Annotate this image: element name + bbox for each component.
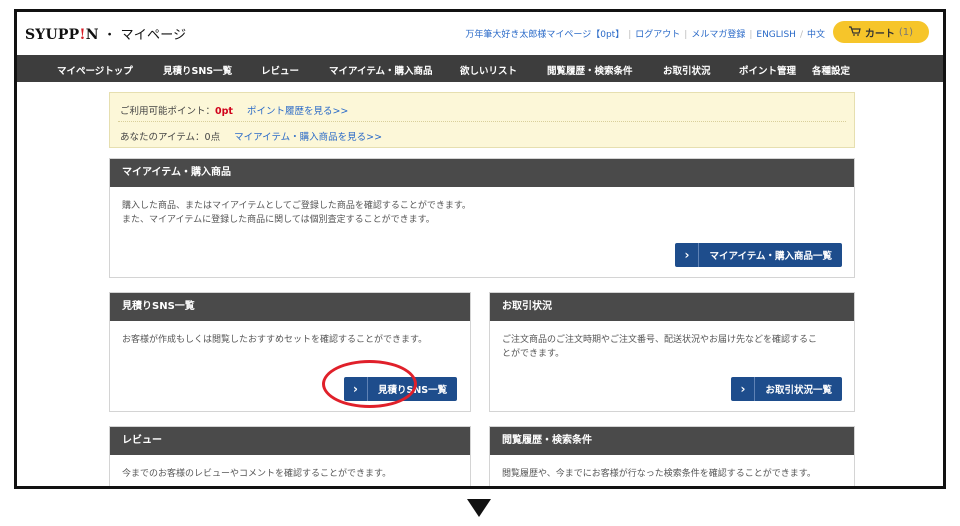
deals-list-button[interactable]: › お取引状況一覧 xyxy=(731,377,842,401)
panel-review: レビュー 今までのお客様のレビューやコメントを確認することができます。 xyxy=(109,426,471,486)
nav-item-myitems[interactable]: マイアイテム・購入商品 xyxy=(329,63,433,77)
cart-count: (1) xyxy=(898,26,914,38)
myitems-list-button[interactable]: › マイアイテム・購入商品一覧 xyxy=(675,243,842,267)
highlight-circle xyxy=(322,360,417,408)
panel-text: 今までのお客様のレビューやコメントを確認することができます。 xyxy=(122,469,392,479)
items-link[interactable]: マイアイテム・購入商品を見る>> xyxy=(234,132,382,143)
panel-text: とができます。 xyxy=(502,349,565,359)
cart-label: カート xyxy=(864,28,895,40)
panel-history: 閲覧履歴・検索条件 閲覧履歴や、今までにお客様が行なった検索条件を確認することが… xyxy=(489,426,855,486)
nav-item-sns[interactable]: 見積りSNS一覧 xyxy=(163,63,232,77)
logo-text: SYUPP xyxy=(25,27,80,43)
logo-separator: ・ xyxy=(98,28,121,43)
button-label: お取引状況一覧 xyxy=(765,385,832,396)
panel-body: 今までのお客様のレビューやコメントを確認することができます。 xyxy=(110,455,470,481)
panel-title: 見積りSNS一覧 xyxy=(110,293,470,321)
points-row: ご利用可能ポイント：0pt ポイント履歴を見る>> xyxy=(120,103,348,117)
nav-item-points[interactable]: ポイント管理 xyxy=(739,63,796,77)
divider: | xyxy=(684,30,688,40)
panel-body: 閲覧履歴や、今までにお客様が行なった検索条件を確認することができます。 xyxy=(490,455,854,481)
panel-body: 購入した商品、またはマイアイテムとしてご登録した商品を確認することができます。 … xyxy=(110,187,854,227)
newsletter-link[interactable]: メルマガ登録 xyxy=(691,30,745,40)
divider: / xyxy=(799,30,803,40)
points-notice: ご利用可能ポイント：0pt ポイント履歴を見る>> あなたのアイテム：0点 マイアイ… xyxy=(109,92,855,148)
chinese-link[interactable]: 中文 xyxy=(807,30,825,40)
panel-text: ご注文商品のご注文時期やご注文番号、配送状況やお届け先などを確認するこ xyxy=(502,335,818,345)
site-logo[interactable]: SYUPP!N ・ マイページ xyxy=(25,24,186,43)
panel-text: 閲覧履歴や、今までにお客様が行なった検索条件を確認することができます。 xyxy=(502,469,816,479)
panel-title: お取引状況 xyxy=(490,293,854,321)
panel-text: また、マイアイテムに登録した商品に関しては個別査定することができます。 xyxy=(122,215,435,225)
panel-text: お客様が作成もしくは閲覧したおすすめセットを確認することができます。 xyxy=(122,335,428,345)
panel-deals: お取引状況 ご注文商品のご注文時期やご注文番号、配送状況やお届け先などを確認する… xyxy=(489,292,855,412)
panel-myitems: マイアイテム・購入商品 購入した商品、またはマイアイテムとしてご登録した商品を確… xyxy=(109,158,855,278)
chevron-right-icon: › xyxy=(675,243,700,267)
panel-title: 閲覧履歴・検索条件 xyxy=(490,427,854,455)
points-label: ご利用可能ポイント： xyxy=(120,106,216,117)
panel-text: 購入した商品、またはマイアイテムとしてご登録した商品を確認することができます。 xyxy=(122,201,471,211)
nav-item-settings[interactable]: 各種設定 xyxy=(812,63,850,77)
nav-item-history[interactable]: 閲覧履歴・検索条件 xyxy=(547,63,633,77)
header-links: 万年筆大好き太郎様マイページ【0pt】 | ログアウト | メルマガ登録 | ENGLISH… xyxy=(465,27,825,40)
panel-title: マイアイテム・購入商品 xyxy=(110,159,854,187)
down-arrow-icon xyxy=(467,499,491,517)
button-label: マイアイテム・購入商品一覧 xyxy=(709,251,832,262)
items-row: あなたのアイテム：0点 マイアイテム・購入商品を見る>> xyxy=(120,129,382,143)
english-link[interactable]: ENGLISH xyxy=(756,30,796,40)
logo-text-end: N xyxy=(85,27,99,43)
items-label: あなたのアイテム：0点 xyxy=(120,132,221,143)
nav-item-wishlist[interactable]: 欲しいリスト xyxy=(460,63,517,77)
points-history-link[interactable]: ポイント履歴を見る>> xyxy=(247,106,348,117)
nav-item-mypage-top[interactable]: マイページトップ xyxy=(57,63,133,77)
nav-item-deals[interactable]: お取引状況 xyxy=(663,63,711,77)
user-mypage-link[interactable]: 万年筆大好き太郎様マイページ【0pt】 xyxy=(465,30,624,40)
logo-page-title: マイページ xyxy=(120,28,187,43)
panel-sns: 見積りSNS一覧 お客様が作成もしくは閲覧したおすすめセットを確認することができ… xyxy=(109,292,471,412)
top-bar: SYUPP!N ・ マイページ 万年筆大好き太郎様マイページ【0pt】 | ログアウ… xyxy=(17,12,943,52)
divider: | xyxy=(628,30,632,40)
cart-icon xyxy=(848,25,861,39)
main-nav: マイページトップ 見積りSNS一覧 レビュー マイアイテム・購入商品 欲しいリス… xyxy=(17,55,943,82)
divider: | xyxy=(749,30,753,40)
panel-title: レビュー xyxy=(110,427,470,455)
chevron-right-icon: › xyxy=(731,377,756,401)
nav-item-review[interactable]: レビュー xyxy=(261,63,299,77)
points-value: 0pt xyxy=(215,106,233,117)
panel-body: お客様が作成もしくは閲覧したおすすめセットを確認することができます。 xyxy=(110,321,470,347)
logout-link[interactable]: ログアウト xyxy=(635,30,680,40)
cart-button[interactable]: カート (1) xyxy=(833,21,929,43)
screenshot-frame: SYUPP!N ・ マイページ 万年筆大好き太郎様マイページ【0pt】 | ログアウ… xyxy=(14,9,946,489)
divider xyxy=(118,121,846,122)
panel-body: ご注文商品のご注文時期やご注文番号、配送状況やお届け先などを確認するこ とができ… xyxy=(490,321,854,361)
